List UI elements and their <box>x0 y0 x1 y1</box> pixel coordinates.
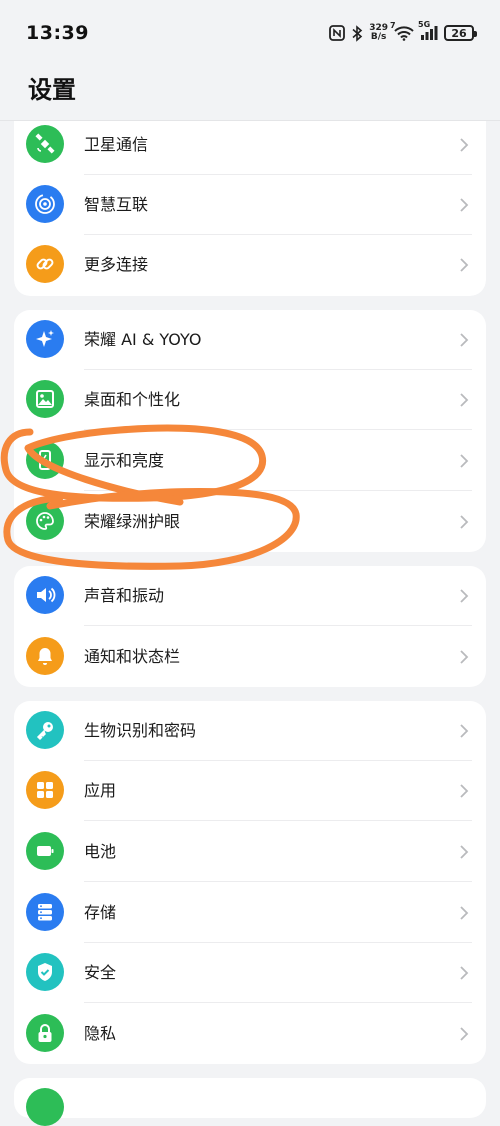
settings-item-desktop-personalization[interactable]: 桌面和个性化 <box>14 370 486 430</box>
settings-item-sound-vibration[interactable]: 声音和振动 <box>14 566 486 626</box>
status-bar: 13:39 329 B/s 7 5G 26 <box>0 0 500 66</box>
settings-item-eye-comfort[interactable]: 荣耀绿洲护眼 <box>14 492 486 552</box>
chevron-right-icon <box>460 966 469 980</box>
settings-item-storage[interactable]: 存储 <box>14 883 486 943</box>
satellite-icon <box>26 125 64 163</box>
settings-item-biometrics-password[interactable]: 生物识别和密码 <box>14 701 486 761</box>
net-speed: 329 B/s <box>369 24 388 42</box>
settings-item-apps[interactable]: 应用 <box>14 761 486 821</box>
net-speed-unit: B/s <box>370 32 387 42</box>
status-time: 13:39 <box>26 22 89 44</box>
settings-item-label: 荣耀绿洲护眼 <box>84 512 181 531</box>
palette-icon <box>26 502 64 540</box>
settings-item-label: 存储 <box>84 903 117 922</box>
cellular-signal-icon: 5G <box>418 20 438 40</box>
chevron-right-icon <box>460 650 469 664</box>
chevron-right-icon <box>460 589 469 603</box>
bluetooth-icon <box>351 24 363 42</box>
settings-item-security[interactable]: 安全 <box>14 943 486 1003</box>
sparkle-icon <box>26 320 64 358</box>
phone-brightness-icon <box>26 441 64 479</box>
settings-item-label: 通知和状态栏 <box>84 647 181 666</box>
chevron-right-icon <box>460 393 469 407</box>
divider <box>84 881 472 882</box>
settings-item-label: 显示和亮度 <box>84 451 165 470</box>
settings-group-personalization: 荣耀 AI & YOYO 桌面和个性化 显示和亮度 荣耀绿洲护眼 <box>14 310 486 552</box>
speaker-icon <box>26 576 64 614</box>
lock-icon <box>26 1014 64 1052</box>
settings-item-battery[interactable]: 电池 <box>14 822 486 882</box>
settings-item-label: 桌面和个性化 <box>84 390 181 409</box>
settings-item-smart-connect[interactable]: 智慧互联 <box>14 175 486 235</box>
settings-item-label: 应用 <box>84 781 117 800</box>
chevron-right-icon <box>460 515 469 529</box>
nfc-icon <box>329 25 346 41</box>
chevron-right-icon <box>460 1027 469 1041</box>
grid-icon <box>26 771 64 809</box>
settings-item-label: 生物识别和密码 <box>84 721 197 740</box>
chevron-right-icon <box>460 198 469 212</box>
settings-item-label: 卫星通信 <box>84 135 149 154</box>
divider <box>84 820 472 821</box>
wifi-badge: 7 <box>390 20 396 30</box>
chevron-right-icon <box>460 454 469 468</box>
settings-item-more-connections[interactable]: 更多连接 <box>14 235 486 295</box>
link-icon <box>26 245 64 283</box>
signal-label: 5G <box>418 20 431 29</box>
settings-item-label: 声音和振动 <box>84 586 165 605</box>
divider <box>84 625 472 626</box>
settings-item-label: 安全 <box>84 963 117 982</box>
settings-item-display-brightness[interactable]: 显示和亮度 <box>14 431 486 491</box>
battery-icon <box>26 832 64 870</box>
picture-icon <box>26 380 64 418</box>
divider <box>84 490 472 491</box>
chevron-right-icon <box>460 784 469 798</box>
settings-item-label: 隐私 <box>84 1024 117 1043</box>
chevron-right-icon <box>460 333 469 347</box>
bell-icon <box>26 637 64 675</box>
settings-item-notifications-status-bar[interactable]: 通知和状态栏 <box>14 627 486 687</box>
shield-icon <box>26 953 64 991</box>
settings-group-sound-notifications: 声音和振动 通知和状态栏 <box>14 566 486 687</box>
settings-item-honor-ai-yoyo[interactable]: 荣耀 AI & YOYO <box>14 310 486 370</box>
storage-icon <box>26 893 64 931</box>
settings-item-label: 智慧互联 <box>84 195 149 214</box>
divider <box>84 1002 472 1003</box>
wifi-icon: 7 <box>390 21 414 41</box>
battery-indicator: 26 <box>444 25 477 41</box>
settings-item-satellite[interactable]: 卫星通信 <box>14 121 486 175</box>
chevron-right-icon <box>460 724 469 738</box>
divider <box>84 429 472 430</box>
chevron-right-icon <box>460 906 469 920</box>
settings-item-label: 电池 <box>84 842 117 861</box>
page-title: 设置 <box>28 76 76 104</box>
smart-connect-icon <box>26 185 64 223</box>
settings-item-privacy[interactable]: 隐私 <box>14 1004 486 1064</box>
chevron-right-icon <box>460 258 469 272</box>
settings-group-system: 生物识别和密码 应用 电池 存储 安全 隐私 <box>14 701 486 1064</box>
chevron-right-icon <box>460 138 469 152</box>
settings-item-label: 荣耀 AI & YOYO <box>84 330 202 349</box>
header-divider <box>0 120 500 121</box>
key-icon <box>26 711 64 749</box>
settings-item-label: 更多连接 <box>84 255 149 274</box>
chevron-right-icon <box>460 845 469 859</box>
settings-group-next-partial <box>14 1078 486 1126</box>
settings-group-connectivity: 卫星通信 智慧互联 更多连接 <box>14 121 486 296</box>
status-icons: 329 B/s 7 5G 26 <box>329 20 477 42</box>
